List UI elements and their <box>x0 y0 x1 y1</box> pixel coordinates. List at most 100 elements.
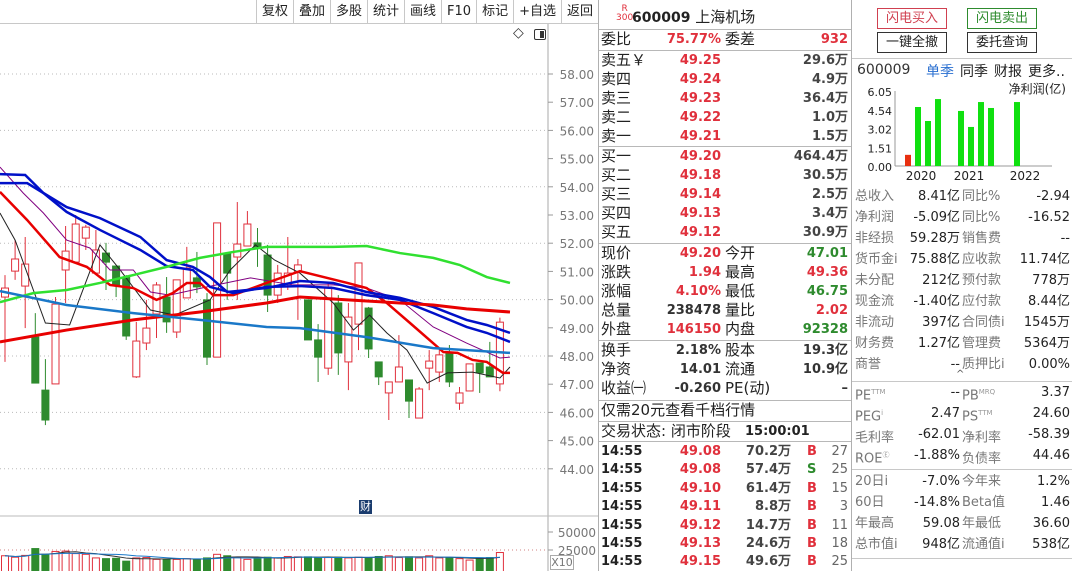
valuation-label: 净利率 <box>962 430 1002 446</box>
finance-value: -- <box>1060 231 1070 246</box>
tick-volume: 49.6万 <box>745 554 791 570</box>
mini-chart-bar <box>1014 102 1020 166</box>
quote-stat-row: 总量 238478 量比 2.02 <box>599 301 851 320</box>
bid-row: 买四 49.13 3.4万 <box>599 204 851 223</box>
volume-bar <box>71 553 80 575</box>
toolbar-button-6[interactable]: 标记 <box>476 0 513 23</box>
promo-link[interactable]: 仅需20元查看千档行情 <box>599 401 851 420</box>
quote-stat-row: 换手 2.18% 股本 19.3亿 <box>599 341 851 360</box>
stat-value: 1.94 <box>688 265 721 280</box>
tick-price: 49.13 <box>679 536 721 551</box>
promo-text[interactable]: 仅需20元查看千档行情 <box>601 401 755 420</box>
price-axis-label: 53.00 <box>560 209 594 223</box>
valuation-value: -- <box>950 385 960 400</box>
performance-value: 948亿 <box>922 537 960 552</box>
trade-status-time: 15:00:01 <box>745 424 810 439</box>
price-axis-label: 54.00 <box>560 181 594 195</box>
candlestick <box>112 265 121 298</box>
kline-chart[interactable]: 58.00 57.00 56.00 55.00 54.00 53.00 52.00 51.00… <box>0 0 598 575</box>
stat-label: 流通 <box>725 360 756 378</box>
weibi-value: 75.77% <box>666 32 721 47</box>
candle-body <box>314 339 323 358</box>
volume-bar <box>455 558 464 575</box>
candle-body <box>455 392 464 404</box>
candle-body <box>405 379 413 402</box>
stock-code: 600009 <box>632 10 691 26</box>
diamond-icon[interactable]: ◇ <box>513 25 524 41</box>
mini-chart-x-label: 2021 <box>954 169 985 183</box>
ask-volume: 36.4万 <box>802 91 848 106</box>
candle-body <box>243 223 252 247</box>
candle-body <box>51 303 60 385</box>
bid-price: 49.20 <box>679 149 721 164</box>
finance-row: 非经损 59.28万 销售费 -- <box>852 228 1074 249</box>
mini-chart-bar <box>968 126 974 166</box>
candle-body <box>11 258 20 272</box>
toolbar-button-3[interactable]: 统计 <box>367 0 404 23</box>
bid-volume: 30.5万 <box>802 168 848 183</box>
price-axis-label: 45.00 <box>560 435 594 449</box>
candle-body <box>435 354 444 373</box>
volume-bar <box>384 555 393 575</box>
finance-label: 非流动 <box>855 315 895 330</box>
candlestick <box>51 297 60 385</box>
tick-side: B <box>807 480 817 496</box>
ask-label: 卖四 <box>601 70 632 88</box>
cancel-all-button[interactable]: 一键全撤 <box>877 32 947 53</box>
volume-bar <box>475 557 484 575</box>
stat-value: 49.36 <box>806 265 848 280</box>
performance-value: 1.2% <box>1036 474 1070 489</box>
valuation-row: PEGi 2.47 PSTTM 24.60 <box>852 403 1074 424</box>
tick-count: 25 <box>831 462 848 478</box>
candle-body <box>394 366 403 383</box>
price-axis-label: 56.00 <box>560 124 594 138</box>
panel-toggle-icon[interactable] <box>534 29 546 40</box>
mini-chart-x-label: 2022 <box>1010 169 1041 183</box>
volume-bar <box>11 556 20 575</box>
price-axis-label: 48.00 <box>560 350 594 364</box>
toolbar-button-8[interactable]: 返回 <box>560 0 598 23</box>
quote-panel: R 300 600009 上海机场 委比 75.77% 委差 932 卖五￥ 49… <box>598 0 852 571</box>
performance-label: 总市值i <box>855 537 898 552</box>
stat-value: 146150 <box>666 322 721 337</box>
toolbar-button-7[interactable]: +自选 <box>513 0 561 23</box>
stat-value: – <box>841 381 849 396</box>
collapse-caret-icon[interactable]: ^ <box>956 369 964 380</box>
toolbar-button-1[interactable]: 叠加 <box>292 0 330 23</box>
finance-label: 管理费 <box>962 336 1002 351</box>
ask-volume: 1.5万 <box>811 129 848 144</box>
price-axis-label: 51.00 <box>560 265 594 279</box>
performance-label: 20日i <box>855 474 889 489</box>
trade-status-row: 交易状态: 闭市阶段 15:00:01 <box>599 422 851 441</box>
price-axis-label: 58.00 <box>560 68 594 82</box>
mini-chart-bar <box>925 121 931 166</box>
performance-value: 538亿 <box>1032 537 1070 552</box>
candlestick <box>132 321 141 378</box>
finance-row: 财务费 1.27亿 管理费 5364万 <box>852 333 1074 354</box>
tick-time: 14:55 <box>601 536 643 551</box>
flash-buy-button[interactable]: 闪电买入 <box>877 8 947 29</box>
mini-chart-y-label: 1.51 <box>868 142 893 155</box>
volume-bar <box>445 557 454 575</box>
candle-body <box>41 389 50 421</box>
weibi-row: 委比 75.77% 委差 932 <box>599 30 851 49</box>
toolbar-button-5[interactable]: F10 <box>441 0 476 23</box>
financial-report-marker[interactable]: 财 <box>359 500 372 514</box>
toolbar-button-2[interactable]: 多股 <box>329 0 367 23</box>
stat-label: 换手 <box>601 341 632 359</box>
finance-value: 8.41亿 <box>918 189 960 204</box>
bid-label: 买三 <box>601 185 632 203</box>
tick-price: 49.12 <box>679 517 721 533</box>
toolbar-button-0[interactable]: 复权 <box>255 0 293 23</box>
toolbar-button-4[interactable]: 画线 <box>404 0 441 23</box>
order-query-button[interactable]: 委托查询 <box>967 32 1037 53</box>
tick-row: 14:55 49.13 24.6万 B 18 <box>599 535 851 554</box>
stat-label: 今开 <box>725 244 756 262</box>
flash-sell-button[interactable]: 闪电卖出 <box>967 8 1037 29</box>
ask-price: 49.23 <box>679 91 721 106</box>
candlestick <box>71 215 80 263</box>
stat-label: 最高 <box>725 263 756 281</box>
valuation-label: ROE <box>855 451 883 467</box>
ask-volume: 1.0万 <box>811 110 848 125</box>
kline-chart-area[interactable]: 58.00 57.00 56.00 55.00 54.00 53.00 52.00 51.00… <box>0 0 598 575</box>
